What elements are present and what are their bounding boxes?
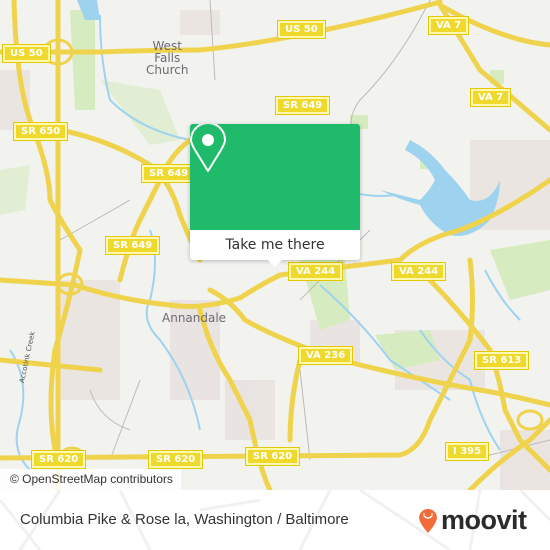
- place-label-line: Church: [146, 63, 189, 77]
- road-shield-us-50: US 50: [277, 20, 326, 39]
- road-shield-sr-620: SR 620: [244, 447, 301, 466]
- road-shield-us-50: US 50: [2, 44, 51, 63]
- location-title: Columbia Pike & Rose la, Washington / Ba…: [20, 511, 349, 528]
- road-shield-i-395: I 395: [444, 442, 490, 461]
- take-me-there-button[interactable]: Take me there: [190, 230, 360, 260]
- place-label-annandale: Annandale: [162, 311, 227, 325]
- moovit-wordmark: moovit: [441, 505, 527, 535]
- place-label-west-falls-church: West Falls Church: [146, 40, 188, 76]
- road-shield-sr-649: SR 649: [274, 96, 331, 115]
- take-me-there-popup[interactable]: Take me there: [190, 124, 360, 267]
- road-shield-sr-613: SR 613: [473, 351, 530, 370]
- map-attribution[interactable]: © OpenStreetMap contributors: [0, 469, 181, 490]
- road-shield-va-7: VA 7: [427, 16, 470, 35]
- moovit-pin-icon: [419, 509, 437, 533]
- road-shield-va-7: VA 7: [469, 88, 512, 107]
- popup-header[interactable]: [190, 124, 360, 230]
- road-shield-sr-649: SR 649: [140, 164, 197, 183]
- popup-pointer: [267, 259, 283, 267]
- road-shield-sr-620: SR 620: [30, 450, 87, 469]
- road-shield-va-244: VA 244: [390, 262, 447, 281]
- road-shield-va-244: VA 244: [287, 262, 344, 281]
- road-shield-sr-650: SR 650: [12, 122, 69, 141]
- footer-bar: Columbia Pike & Rose la, Washington / Ba…: [0, 490, 550, 550]
- road-shield-sr-620: SR 620: [147, 450, 204, 469]
- road-shield-va-236: VA 236: [297, 346, 354, 365]
- map-view[interactable]: West Falls Church Annandale Accotink Cre…: [0, 0, 550, 490]
- road-shield-sr-649: SR 649: [104, 236, 161, 255]
- map-pin-icon: [190, 124, 226, 172]
